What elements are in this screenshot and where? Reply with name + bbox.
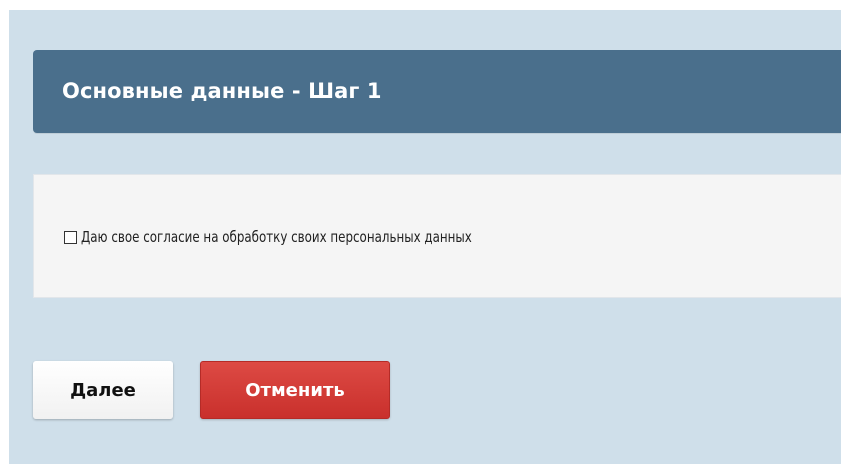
next-button[interactable]: Далее xyxy=(33,361,173,419)
cancel-button[interactable]: Отменить xyxy=(200,361,390,419)
step-title: Основные данные - Шаг 1 xyxy=(62,79,382,103)
consent-label: Даю свое согласие на обработку своих пер… xyxy=(81,228,472,246)
consent-checkbox[interactable] xyxy=(64,230,77,244)
step-header: Основные данные - Шаг 1 xyxy=(33,50,841,133)
consent-option[interactable]: Даю свое согласие на обработку своих пер… xyxy=(64,226,525,248)
consent-panel: Даю свое согласие на обработку своих пер… xyxy=(33,174,841,298)
